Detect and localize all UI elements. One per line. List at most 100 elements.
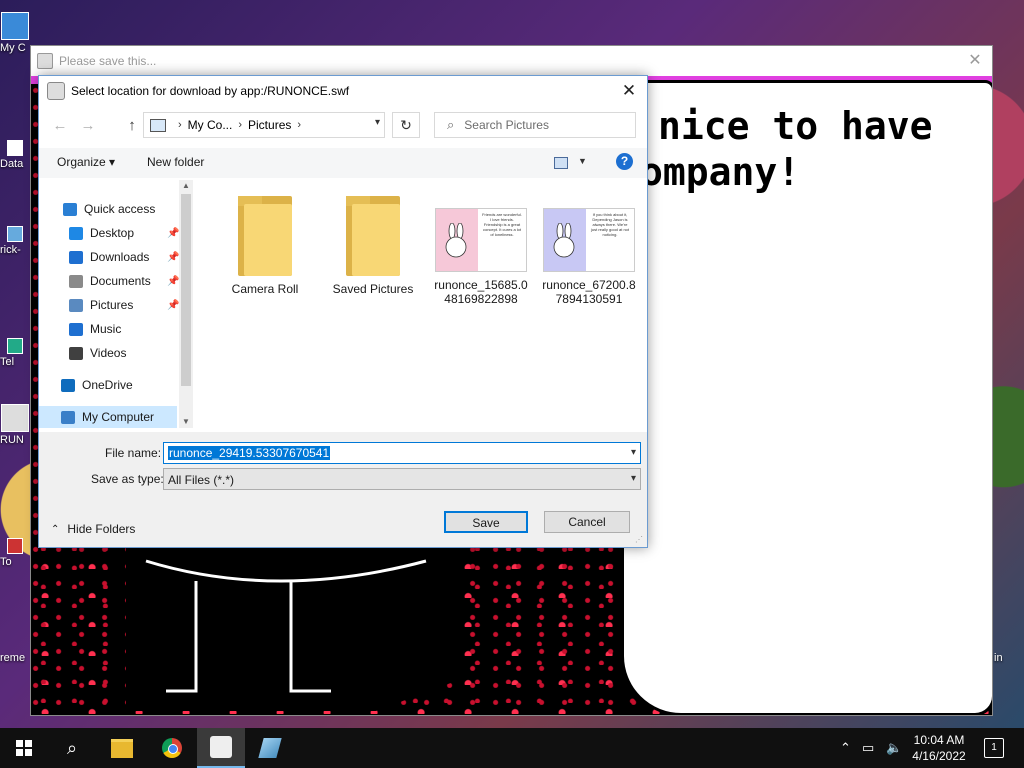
dialog-close-button[interactable]: ✕ <box>617 80 641 102</box>
image-file-item[interactable]: If you think about it, Depending Jason i… <box>539 188 639 306</box>
breadcrumb-pictures[interactable]: Pictures <box>248 118 291 132</box>
desktop-icon-right-edge[interactable]: in <box>994 652 1024 664</box>
desktop-icon-reme[interactable]: reme <box>0 652 30 664</box>
app-close-button[interactable]: ✕ <box>964 50 986 72</box>
breadcrumb-my-computer[interactable]: My Co... <box>188 118 233 132</box>
desktop-icon-data[interactable]: Data <box>0 140 30 170</box>
shortcut-icon <box>7 140 23 156</box>
app-titlebar[interactable]: Please save this... <box>31 46 992 76</box>
network-icon[interactable]: ▭ <box>862 740 874 756</box>
computer-icon <box>150 118 166 132</box>
organize-button[interactable]: Organize ▾ <box>57 155 115 169</box>
dialog-toolbar: Organize ▾ New folder ▼ ? <box>39 148 647 178</box>
nav-item-label: Music <box>90 322 122 336</box>
hide-folders-label: Hide Folders <box>67 522 136 536</box>
scroll-up-arrow[interactable]: ▲ <box>179 180 193 192</box>
refresh-button[interactable]: ↻ <box>392 112 420 138</box>
desktop-icon-rick[interactable]: rick- <box>0 226 30 256</box>
nav-item-videos[interactable]: Videos <box>69 342 177 364</box>
desktop-icon-to[interactable]: To <box>0 538 30 568</box>
search-icon: ⌕ <box>447 117 455 132</box>
speech-line-1: nice to have <box>658 104 933 148</box>
desktop-icon-runonce[interactable]: RUN <box>0 404 30 446</box>
desktop-icon-label: To <box>0 556 12 568</box>
speech-text: nice to have ompany! <box>640 103 982 195</box>
desktop-icon-label: Tel <box>0 356 15 368</box>
app-icon <box>47 82 65 100</box>
image-file-item[interactable]: Friends are wonderful. I love friends. F… <box>431 188 531 306</box>
scroll-thumb[interactable] <box>181 194 191 386</box>
nav-item-label: My Computer <box>82 410 155 424</box>
search-button[interactable]: ⌕ <box>48 728 96 768</box>
chevron-down-icon[interactable]: ▾ <box>631 447 636 458</box>
desktop-icon-label: My C <box>0 42 26 54</box>
up-button[interactable]: ↑ <box>121 116 143 136</box>
scroll-down-arrow[interactable]: ▼ <box>179 416 193 428</box>
nav-item-label: Documents <box>90 274 151 288</box>
nav-item-desktop[interactable]: Desktop 📌 <box>69 222 179 244</box>
nav-item-label: Pictures <box>90 298 134 312</box>
dialog-titlebar[interactable]: Select location for download by app:/RUN… <box>39 76 647 106</box>
download-icon <box>69 250 83 264</box>
pin-icon: 📌 <box>167 275 180 287</box>
file-name-label: File name: <box>105 446 162 460</box>
desktop-icon-label: reme <box>0 652 26 664</box>
save-type-select[interactable]: All Files (*.*) ▾ <box>163 468 641 490</box>
folder-item[interactable]: Camera Roll <box>215 188 315 296</box>
nav-item-label: Videos <box>90 346 127 360</box>
new-folder-button[interactable]: New folder <box>147 155 204 169</box>
chevron-up-icon: ⌃ <box>51 523 60 535</box>
folder-icon <box>111 738 133 758</box>
address-bar[interactable]: › My Co... › Pictures › ▾ <box>143 112 385 138</box>
save-type-value: All Files (*.*) <box>168 473 235 487</box>
chrome-icon <box>162 738 182 758</box>
music-icon <box>69 322 83 336</box>
chevron-down-icon[interactable]: ▾ <box>375 117 380 128</box>
volume-icon[interactable]: 🔈 <box>886 740 902 756</box>
hide-folders-button[interactable]: ⌃ Hide Folders <box>51 522 135 536</box>
navigation-scrollbar[interactable]: ▲ ▼ <box>179 180 193 428</box>
speech-line-2: ompany! <box>640 150 801 194</box>
thumbnail-caption: Friends are wonderful. I love friends. F… <box>478 209 526 271</box>
nav-item-quick-access[interactable]: Quick access <box>63 198 177 220</box>
file-name-label: Saved Pictures <box>332 282 414 296</box>
nav-item-music[interactable]: Music <box>69 318 177 340</box>
taskbar-flash-app[interactable] <box>197 728 245 768</box>
file-name-input[interactable]: runonce_29419.53307670541 ▾ <box>163 442 641 464</box>
desktop-icon-my-computer[interactable]: My C <box>0 12 30 54</box>
shortcut-icon <box>7 226 23 242</box>
view-options-icon[interactable] <box>554 157 568 169</box>
save-button[interactable]: Save <box>444 511 528 533</box>
resize-grip-icon[interactable]: ⋰ <box>635 535 645 545</box>
start-button[interactable] <box>0 728 48 768</box>
search-icon: ⌕ <box>66 737 78 758</box>
forward-button[interactable]: → <box>77 116 99 136</box>
folder-item[interactable]: Saved Pictures <box>323 188 423 296</box>
taskbar-chrome[interactable] <box>148 728 196 768</box>
save-type-label: Save as type: <box>91 472 164 486</box>
nav-item-label: OneDrive <box>82 378 133 392</box>
pin-icon: 📌 <box>167 299 180 311</box>
search-input[interactable]: ⌕ Search Pictures <box>434 112 636 138</box>
nav-item-downloads[interactable]: Downloads 📌 <box>69 246 179 268</box>
speech-bubble: nice to have ompany! <box>621 80 992 715</box>
desktop-icon-label: in <box>994 652 1003 664</box>
cancel-button[interactable]: Cancel <box>544 511 630 533</box>
system-clock[interactable]: 10:04 AM 4/16/2022 <box>906 732 972 764</box>
chevron-down-icon[interactable]: ▼ <box>578 156 587 166</box>
navigation-bar: ← → ↑ › My Co... › Pictures › ▾ ↻ ⌕ Sear… <box>39 110 647 142</box>
taskbar-file-explorer[interactable] <box>98 728 146 768</box>
taskbar-pen-app[interactable] <box>246 728 294 768</box>
notification-center-button[interactable]: 1 <box>984 738 1004 758</box>
help-icon[interactable]: ? <box>616 153 633 170</box>
desktop-icon-label: Data <box>0 158 24 170</box>
nav-item-my-computer[interactable]: My Computer <box>39 406 177 428</box>
desktop-icon-tel[interactable]: Tel <box>0 338 30 368</box>
chevron-up-icon[interactable]: ⌃ <box>840 740 851 756</box>
image-thumbnail: Friends are wonderful. I love friends. F… <box>435 208 527 272</box>
nav-item-onedrive[interactable]: OneDrive <box>61 374 177 396</box>
back-button[interactable]: ← <box>49 116 71 136</box>
taskbar: ⌕ ⌃ ▭ 🔈 10:04 AM 4/16/2022 1 <box>0 728 1024 768</box>
nav-item-documents[interactable]: Documents 📌 <box>69 270 180 292</box>
nav-item-pictures[interactable]: Pictures 📌 <box>69 294 180 316</box>
